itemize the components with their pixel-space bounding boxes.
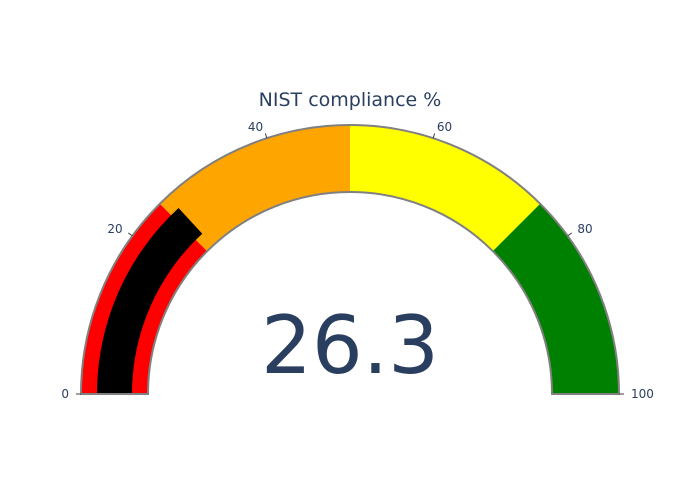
gauge-tick-label-100: 100	[631, 387, 654, 401]
gauge-chart: NIST compliance % 0 20 40 60 80 100 26.3	[0, 0, 700, 500]
gauge-step-3	[350, 125, 541, 252]
gauge-value-number: 26.3	[261, 299, 439, 392]
gauge-tick-label-20: 20	[107, 222, 122, 236]
gauge-svg: NIST compliance % 0 20 40 60 80 100 26.3	[61, 89, 654, 401]
gauge-tick-80	[567, 232, 572, 237]
gauge-tick-label-40: 40	[248, 120, 263, 134]
gauge-tick-label-80: 80	[577, 222, 592, 236]
gauge-step-4	[492, 203, 619, 394]
chart-title: NIST compliance %	[259, 89, 442, 111]
gauge-tick-label-0: 0	[61, 387, 69, 401]
gauge-tick-label-60: 60	[437, 120, 452, 134]
gauge-tick-20	[128, 232, 133, 237]
